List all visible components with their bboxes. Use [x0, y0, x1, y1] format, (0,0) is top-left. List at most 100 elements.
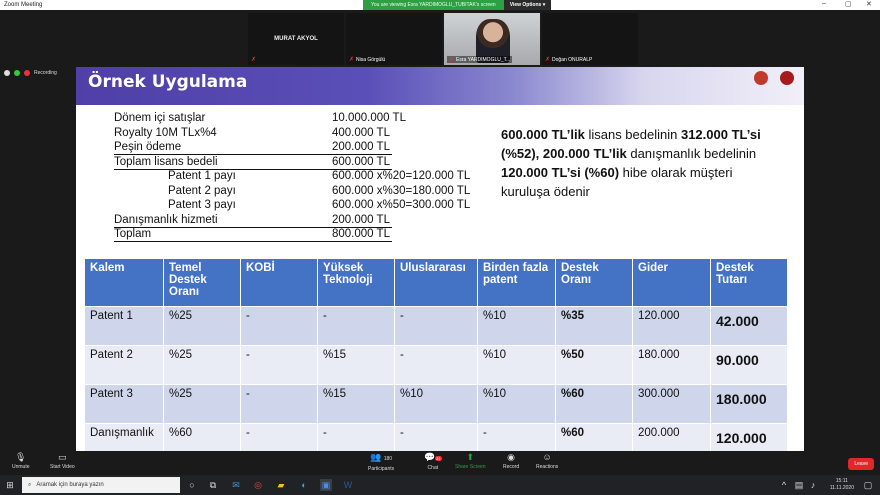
table-row: Patent 3 %25 - %15 %10 %10 %60 300.000 1… — [84, 384, 788, 424]
cortana-icon[interactable]: ○ — [186, 479, 198, 491]
mic-muted-icon: ✗ — [545, 57, 551, 63]
participant-tile-video[interactable]: ✗ Esra YARDIMOGLU_T... — [444, 13, 540, 65]
record-button[interactable]: ◉ Record — [503, 452, 519, 471]
table-header: Gider — [632, 258, 711, 307]
table-cell: 120.000 — [632, 306, 711, 346]
table-header: Kalem — [84, 258, 164, 307]
table-cell: Patent 2 — [84, 345, 164, 385]
chrome-icon[interactable]: ◎ — [252, 479, 264, 491]
table-cell: 120.000 — [710, 423, 788, 451]
windows-start-icon[interactable]: ⊞ — [4, 479, 16, 491]
calc-value: 600.000 x%20=120.000 TL — [332, 170, 471, 182]
share-screen-button[interactable]: ⬆ Share Screen — [455, 452, 486, 471]
close-icon[interactable]: ✕ — [866, 0, 872, 8]
table-header: Uluslararası — [394, 258, 478, 307]
table-cell: - — [240, 384, 318, 424]
table-cell: - — [394, 306, 478, 346]
table-row: Danışmanlık %60 - - - - %60 200.000 120.… — [84, 423, 788, 451]
unmute-button[interactable]: 🎙 Unmute — [12, 453, 30, 471]
participant-tile[interactable]: ✗ Nisa Görgülü — [346, 13, 442, 65]
tray-chevron-icon[interactable]: ^ — [778, 479, 790, 491]
table-cell: - — [394, 345, 478, 385]
chat-button[interactable]: 💬21 Chat — [424, 453, 442, 471]
taskbar-clock[interactable]: 15:11 11.11.2020 — [830, 478, 854, 492]
calc-value: 200.000 TL — [332, 141, 390, 153]
recording-label: Recording — [34, 70, 57, 76]
minimize-icon[interactable]: – — [822, 0, 826, 7]
table-row: Patent 1 %25 - - - %10 %35 120.000 42.00… — [84, 306, 788, 346]
leave-button[interactable]: Leave — [848, 458, 874, 470]
table-cell: 180.000 — [632, 345, 711, 385]
divider — [114, 241, 392, 242]
calc-label: Peşin ödeme — [114, 141, 182, 153]
viewing-message: You are viewing Esra YARDIMOGLU_TUBITAK'… — [363, 0, 504, 10]
table-cell: 42.000 — [710, 306, 788, 346]
network-icon[interactable]: ▤ — [793, 479, 805, 491]
support-table: Kalem Temel Destek Oranı KOBİ Yüksek Tek… — [84, 258, 788, 451]
participant-label: Nisa Görgülü — [356, 56, 386, 63]
maximize-icon[interactable]: ▢ — [845, 0, 852, 8]
table-cell: 90.000 — [710, 345, 788, 385]
calc-label: Patent 2 payı — [168, 184, 236, 197]
people-icon: 👥 — [370, 452, 382, 462]
slide-header: Örnek Uygulama — [76, 67, 804, 105]
participants-count: 180 — [383, 456, 393, 462]
info-icon[interactable] — [4, 70, 10, 76]
calc-label: Patent 1 payı — [168, 170, 236, 182]
record-icon: ◉ — [507, 452, 515, 462]
window-title: Zoom Meeting — [4, 2, 43, 8]
taskbar-search[interactable]: ⌕ Aramak için buraya yazın — [22, 477, 180, 493]
participant-strip: MURAT AKYOL ✗ ✗ Nisa Görgülü ✗ Esra YARDIM… — [248, 13, 638, 65]
zoom-app-icon[interactable]: ▣ — [320, 479, 332, 491]
reactions-button[interactable]: ☺ Reactions — [536, 452, 558, 471]
calc-label: Patent 3 payı — [168, 199, 236, 211]
record-dot-icon — [24, 70, 30, 76]
table-cell: %10 — [394, 384, 478, 424]
chat-badge: 21 — [435, 456, 442, 461]
participant-tile[interactable]: MURAT AKYOL ✗ — [248, 13, 344, 65]
table-cell: %25 — [163, 306, 241, 346]
table-cell: %60 — [163, 423, 241, 451]
calc-value: 600.000 x%50=300.000 TL — [332, 199, 471, 211]
table-header: Destek Oranı — [555, 258, 633, 307]
start-video-button[interactable]: ▭ Start Video — [50, 453, 75, 471]
reactions-icon: ☺ — [542, 452, 552, 462]
viewing-banner: You are viewing Esra YARDIMOGLU_TUBITAK'… — [363, 0, 552, 10]
share-screen-icon: ⬆ — [466, 452, 475, 462]
shield-icon[interactable] — [14, 70, 20, 76]
windows-taskbar: ⊞ ⌕ Aramak için buraya yazın ○ ⧉ ✉ ◎ ▰ ◐… — [0, 475, 880, 495]
meeting-toolbar: 🎙 Unmute ▭ Start Video 👥 180 Participant… — [0, 451, 880, 475]
search-placeholder: Aramak için buraya yazın — [36, 482, 104, 488]
shared-screen[interactable]: Örnek Uygulama Dönem içi satışlar 10.000… — [76, 67, 804, 451]
edge-icon[interactable]: ◐ — [298, 479, 310, 491]
summary-text: 600.000 TL’lik lisans bedelinin 312.000 … — [501, 127, 761, 199]
table-cell: %25 — [163, 384, 241, 424]
view-options-button[interactable]: View Options ▾ — [503, 0, 552, 10]
ministry-logo-icon — [754, 71, 768, 85]
participants-button[interactable]: 👥 180 Participants — [368, 452, 394, 473]
outlook-icon[interactable]: ✉ — [230, 479, 242, 491]
word-icon[interactable]: W — [342, 479, 354, 491]
mic-muted-icon: ✗ — [349, 57, 355, 63]
participant-tile[interactable]: ✗ Doğan ONURALP — [542, 13, 638, 65]
table-cell: 300.000 — [632, 384, 711, 424]
table-header: KOBİ — [240, 258, 318, 307]
mic-muted-icon: ✗ — [449, 57, 455, 63]
table-header: Yüksek Teknoloji — [317, 258, 395, 307]
table-cell: %35 — [555, 306, 633, 346]
calc-value: 600.000 TL — [332, 155, 390, 168]
table-cell: Danışmanlık — [84, 423, 164, 451]
calc-label: Royalty 10M TLx%4 — [114, 126, 217, 139]
chat-icon: 💬 — [424, 452, 436, 462]
table-cell: - — [394, 423, 478, 451]
table-cell: - — [240, 423, 318, 451]
file-explorer-icon[interactable]: ▰ — [275, 479, 287, 491]
notifications-icon[interactable]: ▢ — [862, 479, 874, 491]
task-view-icon[interactable]: ⧉ — [207, 479, 219, 491]
participant-label: Esra YARDIMOGLU_T... — [456, 56, 511, 63]
table-cell: - — [317, 306, 395, 346]
table-cell: %15 — [317, 384, 395, 424]
mic-muted-icon: ✗ — [251, 57, 257, 63]
volume-icon[interactable]: ♪ — [807, 479, 819, 491]
calc-value: 10.000.000 TL — [332, 112, 406, 124]
